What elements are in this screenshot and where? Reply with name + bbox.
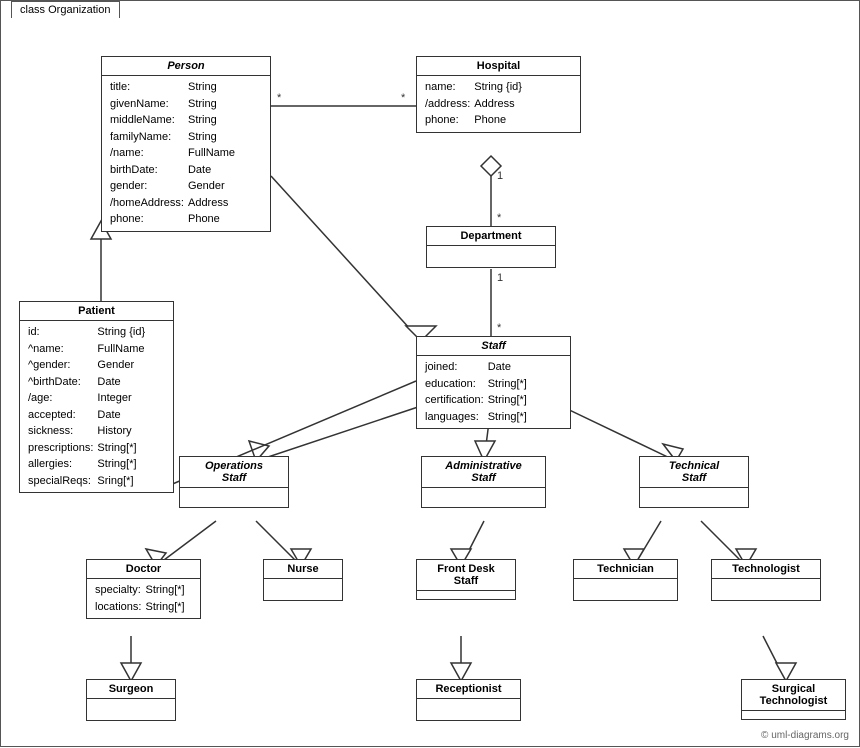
hospital-body: name:String {id} /address:Address phone:… bbox=[417, 76, 580, 132]
technical-staff-class: TechnicalStaff bbox=[639, 456, 749, 508]
front-desk-staff-body bbox=[417, 591, 515, 599]
copyright: © uml-diagrams.org bbox=[761, 730, 849, 741]
technician-body bbox=[574, 579, 677, 599]
department-title: Department bbox=[427, 227, 555, 246]
administrative-staff-title: AdministrativeStaff bbox=[422, 457, 545, 488]
surgeon-title: Surgeon bbox=[87, 680, 175, 699]
technologist-body bbox=[712, 579, 820, 599]
diagram-container: class Organization * * 1 * 1 * bbox=[0, 0, 860, 747]
technologist-title: Technologist bbox=[712, 560, 820, 579]
doctor-body: specialty:String[*] locations:String[*] bbox=[87, 579, 200, 618]
surgical-technologist-class: SurgicalTechnologist bbox=[741, 679, 846, 720]
person-title: Person bbox=[102, 57, 270, 76]
staff-body: joined:Date education:String[*] certific… bbox=[417, 356, 570, 428]
technician-title: Technician bbox=[574, 560, 677, 579]
administrative-staff-body bbox=[422, 488, 545, 496]
administrative-staff-class: AdministrativeStaff bbox=[421, 456, 546, 508]
person-body: title:String givenName:String middleName… bbox=[102, 76, 270, 231]
operations-staff-body bbox=[180, 488, 288, 496]
technician-class: Technician bbox=[573, 559, 678, 601]
patient-class: Patient id:String {id} ^name:FullName ^g… bbox=[19, 301, 174, 493]
surgeon-body bbox=[87, 699, 175, 719]
operations-staff-title: OperationsStaff bbox=[180, 457, 288, 488]
surgeon-class: Surgeon bbox=[86, 679, 176, 721]
surgical-technologist-body bbox=[742, 711, 845, 719]
staff-class: Staff joined:Date education:String[*] ce… bbox=[416, 336, 571, 429]
svg-text:1: 1 bbox=[497, 272, 503, 284]
svg-text:1: 1 bbox=[497, 170, 503, 182]
doctor-title: Doctor bbox=[87, 560, 200, 579]
staff-title: Staff bbox=[417, 337, 570, 356]
svg-text:*: * bbox=[497, 212, 502, 224]
surgical-technologist-title: SurgicalTechnologist bbox=[742, 680, 845, 711]
technologist-class: Technologist bbox=[711, 559, 821, 601]
nurse-body bbox=[264, 579, 342, 599]
hospital-title: Hospital bbox=[417, 57, 580, 76]
department-class: Department bbox=[426, 226, 556, 268]
svg-text:*: * bbox=[497, 322, 502, 334]
nurse-class: Nurse bbox=[263, 559, 343, 601]
diagram-title: class Organization bbox=[11, 1, 120, 18]
receptionist-body bbox=[417, 699, 520, 719]
patient-body: id:String {id} ^name:FullName ^gender:Ge… bbox=[20, 321, 173, 492]
receptionist-class: Receptionist bbox=[416, 679, 521, 721]
person-class: Person title:String givenName:String mid… bbox=[101, 56, 271, 232]
front-desk-staff-class: Front DeskStaff bbox=[416, 559, 516, 600]
operations-staff-class: OperationsStaff bbox=[179, 456, 289, 508]
patient-title: Patient bbox=[20, 302, 173, 321]
technical-staff-title: TechnicalStaff bbox=[640, 457, 748, 488]
nurse-title: Nurse bbox=[264, 560, 342, 579]
svg-text:*: * bbox=[277, 92, 282, 104]
hospital-class: Hospital name:String {id} /address:Addre… bbox=[416, 56, 581, 133]
front-desk-staff-title: Front DeskStaff bbox=[417, 560, 515, 591]
doctor-class: Doctor specialty:String[*] locations:Str… bbox=[86, 559, 201, 619]
technical-staff-body bbox=[640, 488, 748, 496]
receptionist-title: Receptionist bbox=[417, 680, 520, 699]
department-body bbox=[427, 246, 555, 266]
svg-text:*: * bbox=[401, 92, 406, 104]
